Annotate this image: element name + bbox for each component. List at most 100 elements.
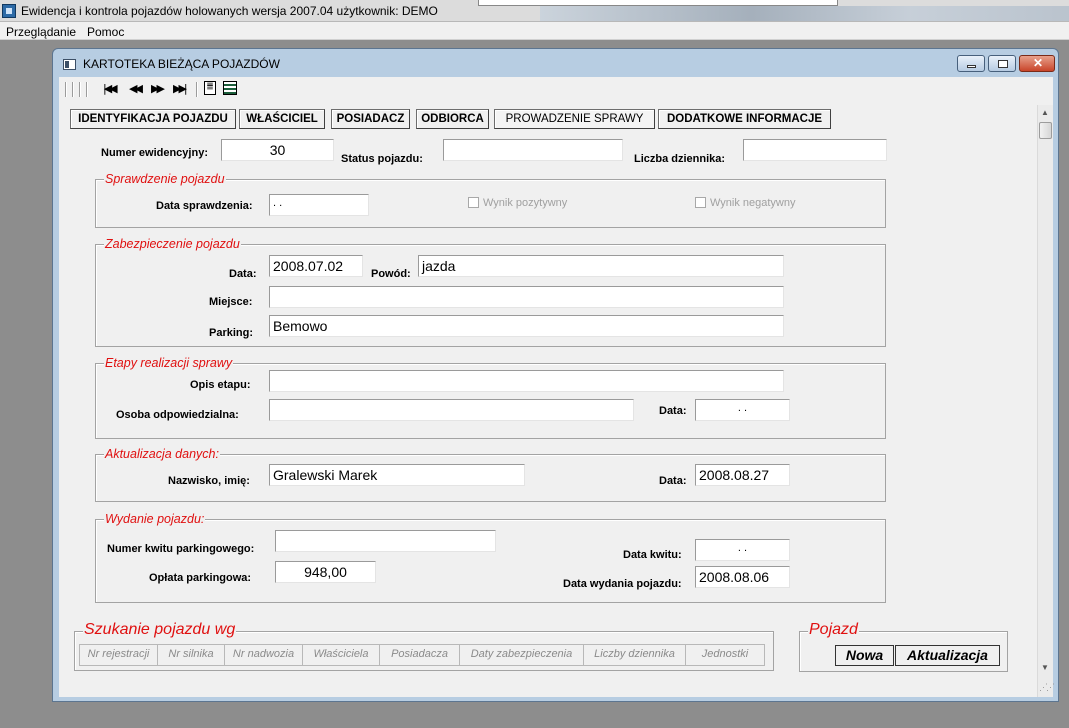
data-sprawdzenia-field[interactable]: . . — [269, 194, 369, 216]
tab-dodatkowe-informacje[interactable]: DODATKOWE INFORMACJE — [658, 109, 831, 129]
zabezpieczenie-data-field[interactable]: 2008.07.02 — [269, 255, 363, 277]
search-col-daty-zabezpieczenia[interactable]: Daty zabezpieczenia — [460, 645, 584, 665]
tab-prowadzenie-sprawy[interactable]: PROWADZENIE SPRAWY — [494, 109, 655, 129]
last-record-icon[interactable]: ▶▶| — [173, 82, 188, 95]
data-sprawdzenia-label: Data sprawdzenia: — [156, 200, 253, 212]
list-icon[interactable]: ≡ ≡ — [204, 80, 216, 95]
legend-pojazd: Pojazd — [808, 621, 859, 639]
window-icon — [63, 59, 76, 70]
status-pojazdu-label: Status pojazdu: — [341, 153, 423, 165]
zabezpieczenie-data-label: Data: — [229, 268, 257, 280]
tab-wlasciciel[interactable]: WŁAŚCICIEL — [239, 109, 325, 129]
tab-identyfikacja[interactable]: IDENTYFIKACJA POJAZDU — [70, 109, 236, 129]
numer-kwitu-label: Numer kwitu parkingowego: — [107, 543, 255, 555]
first-record-icon[interactable]: |◀◀ — [103, 82, 118, 95]
group-pojazd: Pojazd Nowa Aktualizacja — [799, 621, 1008, 672]
group-wydanie-pojazdu: Wydanie pojazdu: Numer kwitu parkingoweg… — [95, 512, 886, 603]
group-zabezpieczenie-pojazdu: Zabezpieczenie pojazdu Data: 2008.07.02 … — [95, 237, 886, 347]
data-kwitu-label: Data kwitu: — [623, 549, 682, 561]
data-wydania-label: Data wydania pojazdu: — [563, 578, 682, 590]
parking-field[interactable]: Bemowo — [269, 315, 784, 337]
nowa-button[interactable]: Nowa — [835, 645, 894, 666]
status-pojazdu-field[interactable] — [443, 139, 623, 161]
legend-aktualizacja: Aktualizacja danych: — [104, 447, 220, 461]
data-wydania-field[interactable]: 2008.08.06 — [695, 566, 790, 588]
toolbar-separator — [196, 82, 198, 97]
toolbar-separator — [65, 82, 67, 97]
group-etapy-realizacji: Etapy realizacji sprawy Opis etapu: Osob… — [95, 356, 886, 439]
nazwisko-imie-label: Nazwisko, imię: — [168, 475, 250, 487]
oplata-parkingowa-field[interactable]: 948,00 — [275, 561, 376, 583]
search-col-posiadacza[interactable]: Posiadacza — [380, 645, 460, 665]
data-kwitu-field[interactable]: . . — [695, 539, 790, 561]
search-col-liczby-dziennika[interactable]: Liczby dziennika — [584, 645, 686, 665]
etapy-data-label: Data: — [659, 405, 687, 417]
menu-pomoc[interactable]: Pomoc — [87, 25, 124, 39]
close-icon: ✕ — [1033, 56, 1044, 70]
wynik-pozytywny-checkbox[interactable]: Wynik pozytywny — [468, 197, 567, 209]
scrollbar-thumb[interactable] — [1039, 122, 1052, 139]
minimize-icon — [967, 65, 976, 68]
app-title: Ewidencja i kontrola pojazdów holowanych… — [21, 4, 438, 18]
grid-icon[interactable] — [223, 81, 237, 95]
group-aktualizacja-danych: Aktualizacja danych: Nazwisko, imię: Gra… — [95, 447, 886, 502]
liczba-dziennika-field[interactable] — [743, 139, 887, 161]
toolbar-separator — [86, 82, 88, 97]
nazwisko-imie-field[interactable]: Gralewski Marek — [269, 464, 525, 486]
kartoteka-window: KARTOTEKA BIEŻĄCA POJAZDÓW ✕ |◀◀ ◀◀ ▶▶ ▶… — [52, 48, 1059, 702]
search-col-nr-silnika[interactable]: Nr silnika — [158, 645, 225, 665]
legend-sprawdzenie: Sprawdzenie pojazdu — [104, 172, 226, 186]
numer-ewidencyjny-label: Numer ewidencyjny: — [101, 147, 208, 159]
group-sprawdzenie-pojazdu: Sprawdzenie pojazdu Data sprawdzenia: . … — [95, 172, 886, 228]
search-col-jednostki[interactable]: Jednostki — [686, 645, 764, 665]
close-button[interactable]: ✕ — [1019, 55, 1055, 72]
tab-odbiorca[interactable]: ODBIORCA — [416, 109, 489, 129]
miejsce-label: Miejsce: — [209, 296, 253, 308]
restore-icon — [998, 60, 1008, 68]
aktualizacja-data-field[interactable]: 2008.08.27 — [695, 464, 790, 486]
scroll-up-icon[interactable]: ▲ — [1041, 108, 1049, 117]
next-record-icon[interactable]: ▶▶ — [151, 82, 165, 95]
maximize-button[interactable] — [988, 55, 1016, 72]
osoba-odpowiedzialna-field[interactable] — [269, 399, 634, 421]
scroll-down-icon[interactable]: ▼ — [1041, 663, 1049, 672]
opis-etapu-field[interactable] — [269, 370, 784, 392]
opis-etapu-label: Opis etapu: — [190, 379, 251, 391]
oplata-parkingowa-label: Opłata parkingowa: — [149, 572, 252, 584]
osoba-odpowiedzialna-label: Osoba odpowiedzialna: — [116, 409, 239, 421]
resize-grip-icon[interactable]: ⋰⋰ — [1039, 682, 1055, 693]
search-column-header: Nr rejestracji Nr silnika Nr nadwozia Wł… — [79, 644, 765, 666]
vertical-scrollbar[interactable]: ▲ ▼ — [1037, 105, 1053, 697]
content-area: |◀◀ ◀◀ ▶▶ ▶▶| ≡ ≡ IDENTYFIKACJA POJAZDU W… — [59, 77, 1055, 697]
minimize-button[interactable] — [957, 55, 985, 72]
search-col-wlasciciela[interactable]: Właściciela — [303, 645, 380, 665]
menubar: Przeglądanie Pomoc — [0, 22, 1069, 40]
liczba-dziennika-label: Liczba dziennika: — [634, 153, 726, 165]
tab-posiadacz[interactable]: POSIADACZ — [331, 109, 410, 129]
aktualizacja-button[interactable]: Aktualizacja — [895, 645, 1000, 666]
search-col-nr-rejestracji[interactable]: Nr rejestracji — [80, 645, 158, 665]
wynik-negatywny-checkbox[interactable]: Wynik negatywny — [695, 197, 796, 209]
app-icon — [2, 4, 16, 18]
numer-kwitu-field[interactable] — [275, 530, 496, 552]
app-titlebar: Ewidencja i kontrola pojazdów holowanych… — [0, 0, 1069, 22]
powod-field[interactable]: jazda — [418, 255, 784, 277]
etapy-data-field[interactable]: . . — [695, 399, 790, 421]
toolbar-separator — [79, 82, 81, 97]
powod-label: Powód: — [371, 268, 411, 280]
background-window-strip — [540, 6, 1069, 21]
checkbox-icon — [468, 197, 479, 208]
toolbar: |◀◀ ◀◀ ▶▶ ▶▶| ≡ ≡ — [59, 77, 1053, 103]
miejsce-field[interactable] — [269, 286, 784, 308]
window-title: KARTOTEKA BIEŻĄCA POJAZDÓW — [83, 57, 280, 71]
legend-etapy: Etapy realizacji sprawy — [104, 356, 234, 370]
search-col-nr-nadwozia[interactable]: Nr nadwozia — [225, 645, 303, 665]
prev-record-icon[interactable]: ◀◀ — [129, 82, 143, 95]
numer-ewidencyjny-field[interactable]: 30 — [221, 139, 334, 161]
legend-wydanie: Wydanie pojazdu: — [104, 512, 206, 526]
wynik-negatywny-label: Wynik negatywny — [710, 197, 796, 209]
menu-przegladanie[interactable]: Przeglądanie — [6, 25, 76, 39]
aktualizacja-data-label: Data: — [659, 475, 687, 487]
group-szukanie-pojazdu: Szukanie pojazdu wg Nr rejestracji Nr si… — [74, 621, 774, 671]
background-window — [478, 0, 838, 6]
